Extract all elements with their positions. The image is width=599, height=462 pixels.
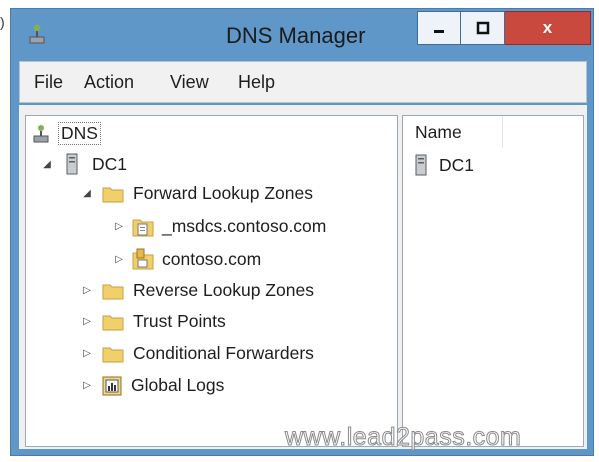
results-pane[interactable]: Name DC1 xyxy=(402,115,584,447)
tree-label-msdcs: _msdcs.contoso.com xyxy=(162,216,327,236)
menu-view[interactable]: View xyxy=(170,72,209,93)
expand-arrow-icon[interactable]: ▷ xyxy=(80,380,94,391)
collapse-arrow-icon[interactable]: ◢ xyxy=(80,188,94,199)
dns-app-icon xyxy=(29,24,45,44)
expand-arrow-icon[interactable]: ▷ xyxy=(112,221,126,232)
minimize-icon xyxy=(434,30,444,33)
tree-node-dns[interactable]: DNS xyxy=(32,122,101,145)
dns-manager-window: DNS Manager x File Action View Help DNS … xyxy=(10,8,594,456)
tree-node-msdcs[interactable]: ▷ _msdcs.contoso.com xyxy=(112,216,326,237)
expand-arrow-icon[interactable]: ▷ xyxy=(112,254,126,265)
tree-node-contoso[interactable]: ▷ contoso.com xyxy=(112,248,261,270)
folder-icon xyxy=(102,347,124,362)
tree-label-reverse-lookup-zones: Reverse Lookup Zones xyxy=(133,280,314,300)
maximize-icon xyxy=(476,21,489,35)
tree-node-reverse-lookup-zones[interactable]: ▷ Reverse Lookup Zones xyxy=(80,280,314,301)
menu-help[interactable]: Help xyxy=(238,72,275,93)
menu-bar: File Action View Help xyxy=(19,61,587,103)
tree-node-trust-points[interactable]: ▷ Trust Points xyxy=(80,311,226,332)
window-title: DNS Manager xyxy=(226,23,366,48)
event-log-icon xyxy=(102,376,122,395)
tree-label-dns: DNS xyxy=(58,122,101,145)
tree-node-forward-lookup-zones[interactable]: ◢ Forward Lookup Zones xyxy=(80,183,313,204)
column-header-name[interactable]: Name xyxy=(403,116,503,148)
minimize-button[interactable] xyxy=(417,11,461,45)
close-icon: x xyxy=(542,18,553,37)
title-bar[interactable]: DNS Manager x xyxy=(11,9,593,59)
tree-node-global-logs[interactable]: ▷ Global Logs xyxy=(80,375,224,396)
tree-node-conditional-forwarders[interactable]: ▷ Conditional Forwarders xyxy=(80,343,314,364)
tree-label-conditional-forwarders: Conditional Forwarders xyxy=(133,343,314,363)
zone-file-icon xyxy=(132,219,154,236)
tree-label-dc1: DC1 xyxy=(92,153,128,174)
tree-label-trust-points: Trust Points xyxy=(133,311,226,331)
expand-arrow-icon[interactable]: ▷ xyxy=(80,348,94,359)
watermark-text: www.lead2pass.com xyxy=(284,423,522,452)
tree-label-contoso: contoso.com xyxy=(162,248,262,269)
edge-fragment: ) xyxy=(0,14,5,30)
maximize-button[interactable] xyxy=(461,11,505,45)
expand-arrow-icon[interactable]: ▷ xyxy=(80,316,94,327)
list-item-label: DC1 xyxy=(439,154,475,175)
folder-icon xyxy=(102,187,124,202)
folder-icon xyxy=(102,315,124,330)
server-icon xyxy=(415,154,427,176)
expand-arrow-icon[interactable]: ▷ xyxy=(80,285,94,296)
tree-label-forward-lookup-zones: Forward Lookup Zones xyxy=(133,183,313,203)
server-icon xyxy=(66,153,78,175)
ad-zone-icon xyxy=(132,248,154,270)
tree-node-dc1[interactable]: ◢ DC1 xyxy=(40,153,127,175)
collapse-arrow-icon[interactable]: ◢ xyxy=(40,159,54,170)
console-tree[interactable]: DNS ◢ DC1 ◢ Forward Lookup Zones ▷ _msdc… xyxy=(25,115,398,447)
folder-icon xyxy=(102,284,124,299)
content-area: DNS ◢ DC1 ◢ Forward Lookup Zones ▷ _msdc… xyxy=(19,105,587,449)
tree-label-global-logs: Global Logs xyxy=(131,375,225,395)
close-button[interactable]: x xyxy=(505,11,591,45)
dns-root-icon xyxy=(33,124,49,142)
menu-action[interactable]: Action xyxy=(84,72,134,93)
list-item-dc1[interactable]: DC1 xyxy=(415,154,474,176)
menu-file[interactable]: File xyxy=(34,72,63,93)
